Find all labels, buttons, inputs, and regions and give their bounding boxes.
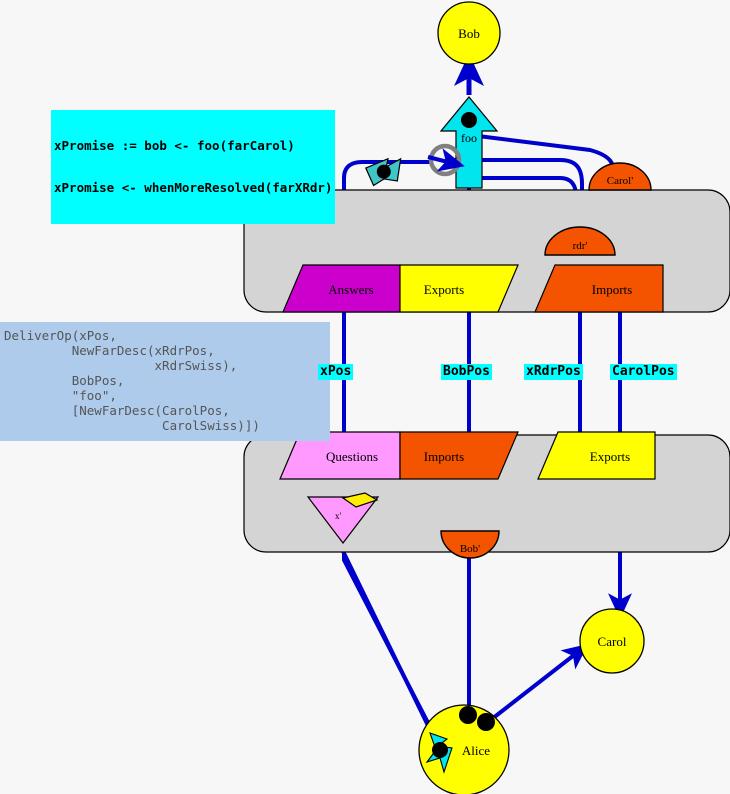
code-line-1: xPromise := bob <- foo(farCarol): [54, 138, 295, 153]
top-vat-exports-label: Exports: [424, 282, 464, 297]
label-xpos: xPos: [318, 364, 354, 380]
diagram-canvas: Answers Exports Imports Questions Import…: [0, 0, 730, 794]
bottom-vat-imports-label: Imports: [424, 449, 464, 464]
top-vat-answers-label: Answers: [328, 282, 374, 297]
dome-carol-prime[interactable]: Carol': [588, 162, 652, 191]
actor-alice-label: Alice: [462, 743, 490, 758]
foo-arrow-label: foo: [461, 131, 477, 145]
actor-carol-label: Carol: [598, 634, 627, 649]
bottom-vat-tables: Questions Imports Exports: [279, 431, 656, 480]
code-line-2: xPromise <- whenMoreResolved(farXRdr): [54, 180, 333, 195]
foo-arrow-dot-icon: [461, 112, 477, 128]
label-bobpos: BobPos: [441, 364, 492, 380]
alice-dot-carol: [477, 713, 495, 731]
top-vat-imports-label: Imports: [592, 282, 632, 297]
alice-dot-xpromise: [432, 742, 448, 758]
actor-bob-label: Bob: [458, 26, 480, 41]
actor-alice[interactable]: Alice: [418, 704, 510, 794]
bottom-vat-questions-label: Questions: [326, 449, 378, 464]
dome-bob-prime-label: Bob': [460, 543, 480, 555]
dome-carol-prime-label: Carol': [607, 175, 633, 187]
wire-alice-to-carol: [486, 643, 589, 724]
code-block: xPromise := bob <- foo(farCarol) xPromis…: [51, 110, 336, 224]
dome-rdr-prime-label: rdr': [573, 240, 588, 252]
actor-carol[interactable]: Carol: [579, 608, 645, 674]
label-xrdrpos: xRdrPos: [524, 364, 583, 380]
label-carolpos: CarolPos: [610, 364, 677, 380]
bottom-vat-exports-label: Exports: [590, 449, 630, 464]
alice-dot-bob: [459, 706, 477, 724]
actor-bob[interactable]: Bob: [437, 1, 501, 65]
dome-bob-prime[interactable]: Bob': [440, 530, 500, 559]
top-vat-tables: Answers Exports Imports: [282, 264, 664, 313]
deliver-op-block: DeliverOp(xPos, NewFarDesc(xRdrPos, xRdr…: [0, 322, 330, 441]
wire-xprime-to-alice: [338, 544, 438, 743]
x-prime-label: x': [335, 511, 342, 521]
